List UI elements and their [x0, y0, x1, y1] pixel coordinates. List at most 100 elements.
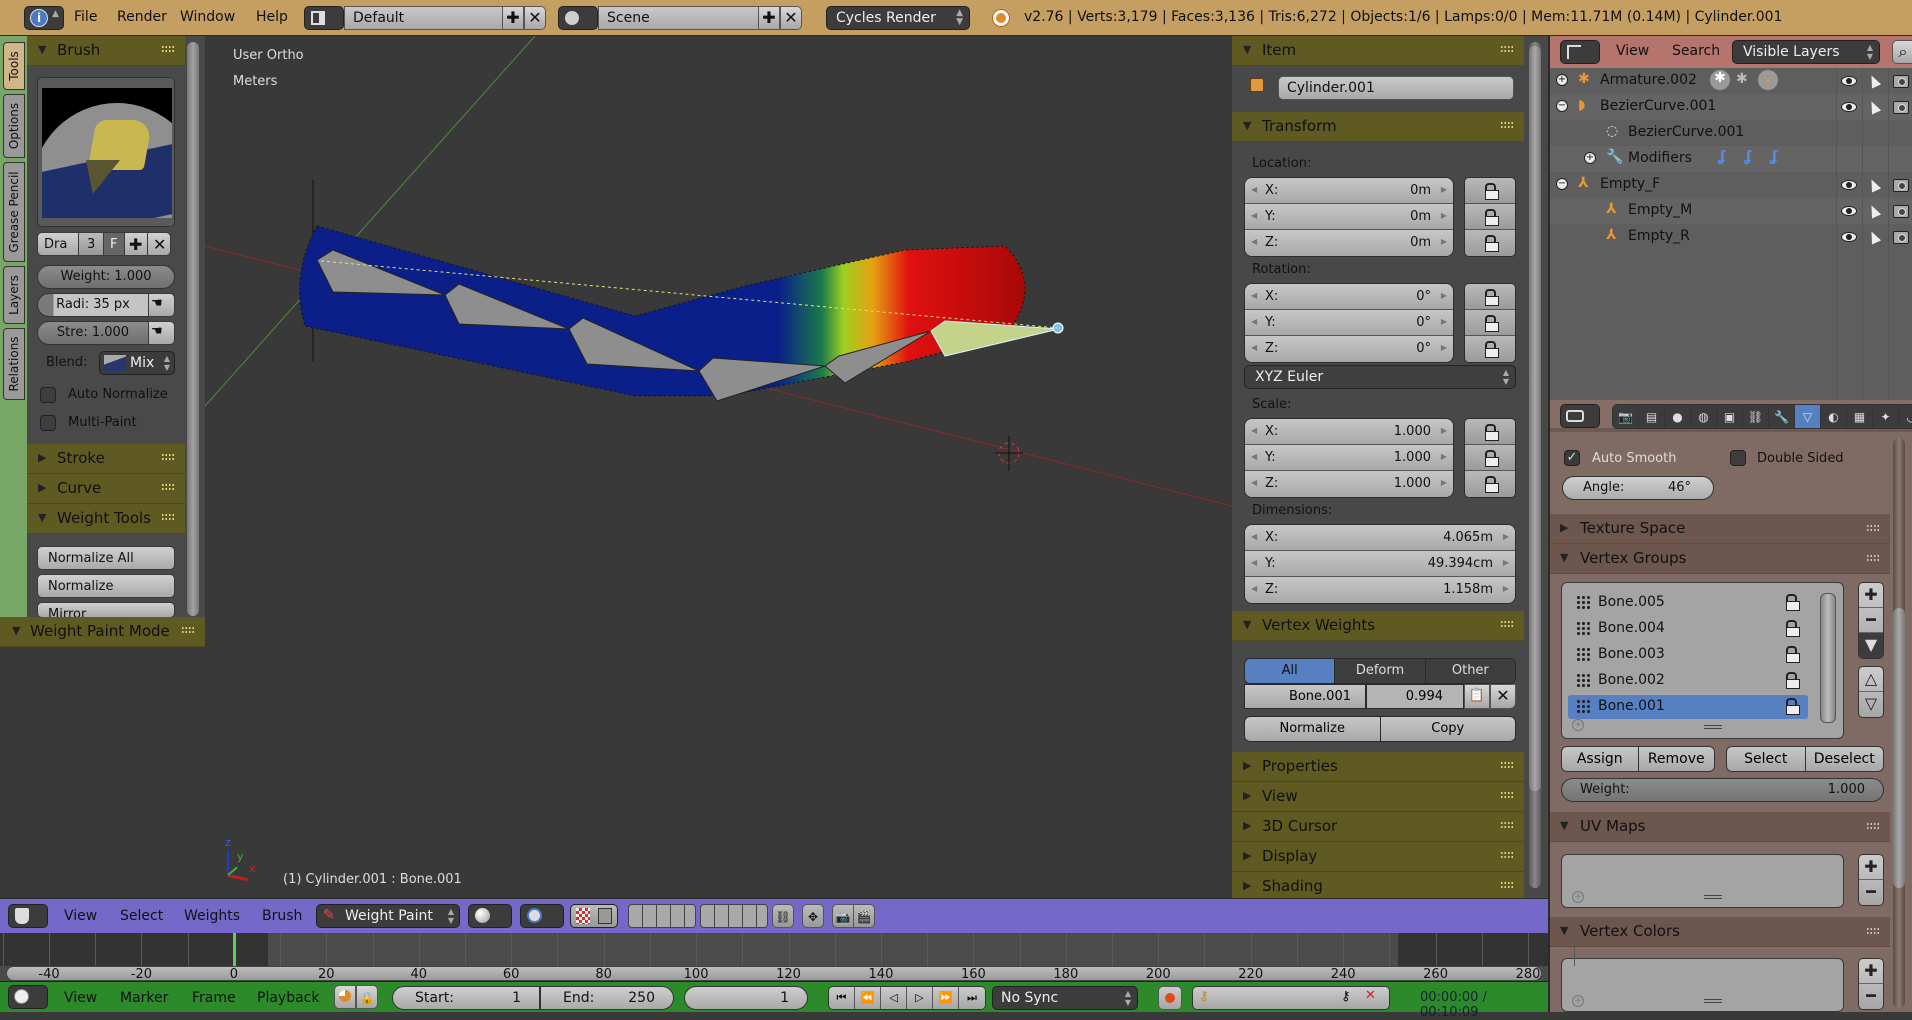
location-field-y[interactable]: ◀ Y: 0m ▶: [1245, 204, 1453, 230]
vertex-group-list[interactable]: + Bone.005 Bone.004 Bone.003 Bone.002 Bone.0…: [1561, 582, 1844, 739]
renderability-camera-icon[interactable]: [1893, 179, 1909, 192]
vw-paste-button[interactable]: 📋: [1464, 684, 1490, 709]
decrement-arrow-icon[interactable]: ◀: [1251, 237, 1257, 246]
decrement-arrow-icon[interactable]: ◀: [1251, 426, 1257, 435]
expand-toggle-icon[interactable]: +: [1584, 152, 1596, 164]
outliner-item-name[interactable]: Armature.002: [1600, 72, 1697, 88]
tab-render-layers[interactable]: ▤: [1639, 405, 1665, 428]
screen-layout-selector[interactable]: [304, 6, 344, 30]
decrement-arrow-icon[interactable]: ◀: [1251, 211, 1257, 220]
increment-arrow-icon[interactable]: ▶: [1441, 452, 1447, 461]
drag-grip-icon[interactable]: [1500, 45, 1514, 53]
menu-render[interactable]: Render: [117, 9, 167, 25]
outliner-row[interactable]: + 🔧 Modifiers ʆ ʆ ʆ: [1550, 146, 1912, 172]
hook-modifier-icon[interactable]: ʆ: [1718, 149, 1726, 165]
weight-painted-mesh[interactable]: [299, 225, 1026, 397]
panel-header-display[interactable]: ▶ Display: [1232, 842, 1524, 872]
play-button[interactable]: ▷: [907, 987, 933, 1009]
normalize-button[interactable]: Normalize: [37, 574, 175, 598]
radius-slider[interactable]: Radi: 35 px: [37, 293, 149, 317]
3d-cursor[interactable]: [995, 436, 1023, 471]
outliner-row[interactable]: ◌ BezierCurve.001: [1550, 120, 1912, 146]
timeline-menu-view[interactable]: View: [64, 990, 97, 1006]
auto-normalize-checkbox[interactable]: [40, 387, 56, 403]
render-opengl-animation-button[interactable]: 🎬: [853, 904, 875, 928]
vw-tab-deform[interactable]: Deform: [1335, 659, 1426, 683]
increment-arrow-icon[interactable]: ▶: [1441, 426, 1447, 435]
tab-modifiers[interactable]: 🔧: [1769, 405, 1795, 428]
snap-toggle[interactable]: ✥: [802, 904, 824, 928]
increment-arrow-icon[interactable]: ▶: [1441, 317, 1447, 326]
tab-grease-pencil[interactable]: Grease Pencil: [3, 162, 25, 262]
drag-grip-icon[interactable]: [161, 483, 175, 491]
timeline-editor-type[interactable]: [8, 985, 48, 1009]
decrement-arrow-icon[interactable]: ◀: [1251, 452, 1257, 461]
unlock-icon[interactable]: [1784, 620, 1800, 637]
menu-window[interactable]: Window: [180, 9, 235, 25]
increment-arrow-icon[interactable]: ▶: [1441, 237, 1447, 246]
render-opengl-image-button[interactable]: 📷: [832, 904, 854, 928]
dimensions-field-z[interactable]: ◀ Z: 1.158m ▶: [1245, 577, 1515, 603]
visibility-eye-icon[interactable]: [1841, 180, 1857, 190]
list-resize-handle[interactable]: [1704, 725, 1722, 729]
timeline-menu-playback[interactable]: Playback: [257, 990, 319, 1006]
drag-grip-icon[interactable]: [1500, 761, 1514, 769]
outliner-row[interactable]: ⅄ Empty_R: [1550, 224, 1912, 250]
strength-slider[interactable]: Stre: 1.000: [37, 321, 149, 345]
drag-grip-icon[interactable]: [161, 45, 175, 53]
dimensions-field-y[interactable]: ◀ Y: 49.394cm ▶: [1245, 551, 1515, 577]
drag-grip-icon[interactable]: [1500, 620, 1514, 628]
selectability-arrow-icon[interactable]: [1866, 177, 1882, 193]
vertex-group-item[interactable]: Bone.005: [1568, 591, 1808, 615]
armature-data-icon[interactable]: ✱: [1736, 71, 1748, 87]
menu-file[interactable]: File: [74, 9, 97, 25]
lock-camera-layers-button[interactable]: ⛓: [772, 904, 794, 928]
weight-tools-panel-header[interactable]: ▼ Weight Tools: [27, 504, 185, 534]
drag-grip-icon[interactable]: [1500, 851, 1514, 859]
hook-modifier-icon[interactable]: ʆ: [1744, 149, 1752, 165]
texture-space-panel-header[interactable]: ▶ Texture Space: [1550, 514, 1890, 544]
delete-scene-button[interactable]: ✕: [780, 6, 802, 30]
tab-world[interactable]: ◍: [1691, 405, 1717, 428]
outliner-item-name[interactable]: Modifiers: [1628, 150, 1692, 166]
timeline[interactable]: -40 -20 0 20 40 60 80 100 120 140 160 180 200 220 240 2…: [0, 933, 1576, 982]
list-filter-icon[interactable]: +: [1572, 995, 1584, 1007]
jump-to-end-button[interactable]: ⏭: [959, 987, 985, 1009]
outliner-row[interactable]: ⅄ Empty_M: [1550, 198, 1912, 224]
vw-tab-other[interactable]: Other: [1425, 659, 1515, 683]
tab-tools[interactable]: Tools: [3, 42, 25, 90]
pose-icon[interactable]: ✱: [1710, 70, 1730, 90]
increment-arrow-icon[interactable]: ▶: [1503, 532, 1509, 541]
rotation-field-z[interactable]: ◀ Z: 0° ▶: [1245, 336, 1453, 362]
vertex-group-item[interactable]: Bone.002: [1568, 669, 1808, 693]
normalize-all-button[interactable]: Normalize All: [37, 546, 175, 570]
outliner-row[interactable]: − ◗ BezierCurve.001: [1550, 94, 1912, 120]
increment-arrow-icon[interactable]: ▶: [1441, 185, 1447, 194]
object-name-field[interactable]: Cylinder.001: [1278, 76, 1514, 100]
outliner-item-name[interactable]: Empty_M: [1628, 202, 1692, 218]
hook-modifier-icon[interactable]: ʆ: [1770, 149, 1778, 165]
drag-grip-icon[interactable]: [1866, 822, 1880, 830]
collapse-toggle-icon[interactable]: −: [1556, 178, 1568, 190]
radius-pressure-toggle[interactable]: ☚: [148, 293, 175, 317]
selectability-arrow-icon[interactable]: [1866, 99, 1882, 115]
tab-material[interactable]: ◐: [1821, 405, 1847, 428]
operator-panel-header[interactable]: ▼ Weight Paint Mode: [0, 617, 205, 647]
tab-data[interactable]: ▽: [1795, 405, 1821, 428]
drag-grip-icon[interactable]: [1866, 524, 1880, 532]
lock-time-range-toggle[interactable]: 🔒: [356, 985, 378, 1009]
viewport-menu-view[interactable]: View: [64, 908, 97, 924]
unlink-brush-button[interactable]: ✕: [147, 232, 171, 256]
increment-arrow-icon[interactable]: ▶: [1503, 558, 1509, 567]
properties-scrollbar[interactable]: [1893, 438, 1905, 1008]
timeline-menu-frame[interactable]: Frame: [192, 990, 236, 1006]
tab-texture[interactable]: ▦: [1847, 405, 1873, 428]
rotation-field-x[interactable]: ◀ X: 0° ▶: [1245, 284, 1453, 310]
vertex-group-list-scrollbar[interactable]: [1820, 593, 1836, 723]
unlock-icon[interactable]: [1784, 698, 1800, 715]
drag-grip-icon[interactable]: [1866, 554, 1880, 562]
jump-keyframe-back-button[interactable]: ⏪: [855, 987, 881, 1009]
tab-object[interactable]: ▣: [1717, 405, 1743, 428]
tab-physics[interactable]: ◡: [1899, 405, 1912, 428]
decrement-arrow-icon[interactable]: ◀: [1251, 291, 1257, 300]
